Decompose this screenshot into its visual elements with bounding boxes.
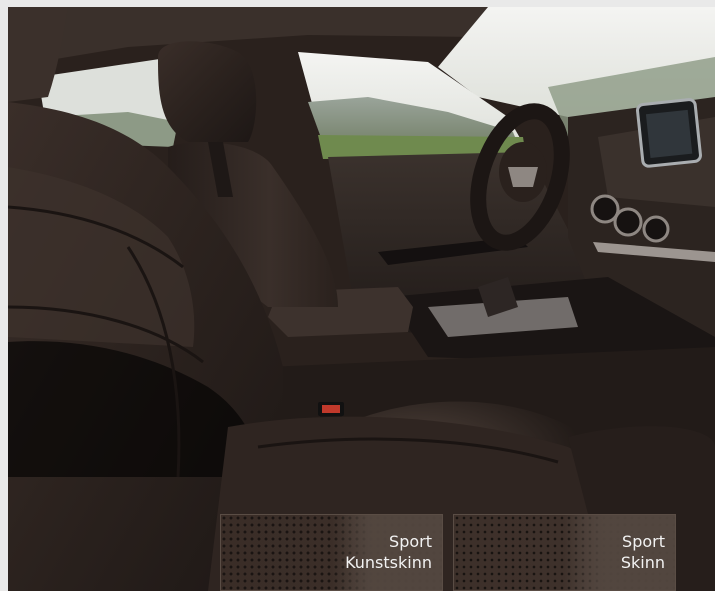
swatch-label: Sport Skinn bbox=[621, 531, 665, 573]
swatch-sport-skinn[interactable]: Sport Skinn bbox=[453, 514, 676, 591]
swatch-label-line2: Skinn bbox=[620, 553, 665, 572]
interior-image-frame: Sport Kunstskinn Sport Skinn bbox=[8, 7, 715, 591]
swatch-label-line2: Kunstskinn bbox=[345, 553, 432, 572]
trim-options: Sport Kunstskinn Sport Skinn bbox=[220, 514, 676, 591]
swatch-label: Sport Kunstskinn bbox=[345, 531, 432, 573]
swatch-sport-kunstskinn[interactable]: Sport Kunstskinn bbox=[220, 514, 443, 591]
swatch-label-line1: Sport bbox=[389, 532, 432, 551]
swatch-label-line1: Sport bbox=[622, 532, 665, 551]
car-interior-photo bbox=[8, 7, 715, 591]
